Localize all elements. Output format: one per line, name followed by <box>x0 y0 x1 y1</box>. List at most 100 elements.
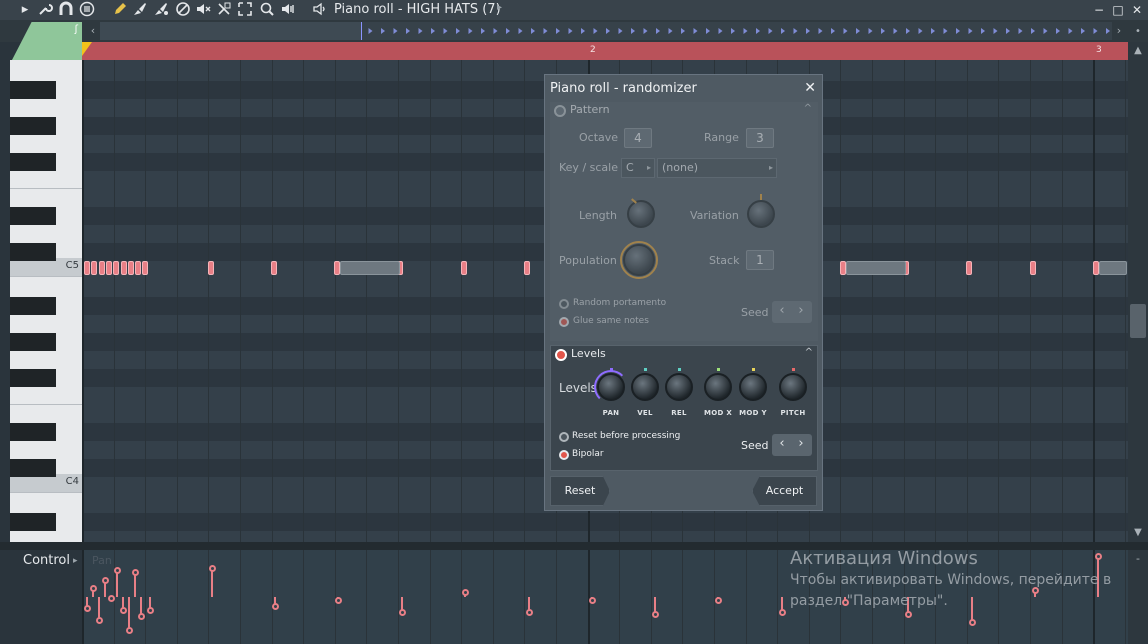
note[interactable] <box>461 261 467 275</box>
seed-prev-icon[interactable]: ‹ <box>773 303 791 318</box>
note[interactable] <box>98 261 105 275</box>
reset-button[interactable]: Reset <box>550 476 610 506</box>
vertical-scroll-thumb[interactable] <box>1130 304 1146 338</box>
note[interactable] <box>105 261 112 275</box>
control-level-point[interactable] <box>1032 587 1039 594</box>
slice-icon[interactable] <box>215 1 233 19</box>
control-level-point[interactable] <box>120 607 127 614</box>
levels-seed-buttons[interactable]: ‹ › <box>772 434 812 456</box>
select-icon[interactable] <box>236 1 254 19</box>
pencil-icon[interactable] <box>111 1 129 19</box>
black-key[interactable] <box>10 423 56 441</box>
black-key[interactable] <box>10 81 56 99</box>
seed-next-icon[interactable]: › <box>792 303 810 318</box>
black-key[interactable] <box>10 459 56 477</box>
level-knob-vel[interactable] <box>631 373 659 401</box>
scroll-right-icon[interactable]: › <box>1112 22 1126 40</box>
black-key[interactable] <box>10 153 56 171</box>
mute-icon[interactable] <box>194 1 212 19</box>
collapse-caret-icon[interactable]: ^ <box>805 347 813 358</box>
control-lane-label[interactable]: Control <box>23 553 70 568</box>
black-key[interactable] <box>10 333 56 351</box>
scroll-down-icon[interactable]: ▼ <box>1128 524 1148 542</box>
control-level-point[interactable] <box>526 609 533 616</box>
control-level-point[interactable] <box>138 613 145 620</box>
seed-prev-icon[interactable]: ‹ <box>773 436 791 451</box>
level-knob-pan[interactable] <box>597 373 625 401</box>
control-level-point[interactable] <box>652 611 659 618</box>
note[interactable] <box>271 261 277 275</box>
scale-select[interactable]: (none) ▸ <box>657 158 777 178</box>
black-key[interactable] <box>10 369 56 387</box>
level-knob-mod-y[interactable] <box>739 373 767 401</box>
minimize-button[interactable]: − <box>1091 1 1107 19</box>
control-level-point[interactable] <box>90 585 97 592</box>
note[interactable] <box>135 261 142 275</box>
note[interactable] <box>1030 261 1036 275</box>
pattern-header[interactable]: Pattern ^ <box>550 102 818 120</box>
control-level-point[interactable] <box>209 565 216 572</box>
maximize-button[interactable]: □ <box>1110 1 1126 19</box>
control-level-point[interactable] <box>779 609 786 616</box>
dialog-close-button[interactable]: ✕ <box>804 80 816 96</box>
note[interactable] <box>91 261 98 275</box>
control-level-point[interactable] <box>126 627 133 634</box>
paint-brush-icon[interactable] <box>131 1 149 19</box>
zoom-icon[interactable] <box>258 1 276 19</box>
black-key[interactable] <box>10 297 56 315</box>
note[interactable] <box>340 261 400 275</box>
black-key[interactable] <box>10 117 56 135</box>
control-level-point[interactable] <box>399 609 406 616</box>
vertical-scrollbar[interactable]: ▲ ▼ <box>1128 42 1148 542</box>
title-arrow-icon[interactable]: ▸ <box>497 2 502 13</box>
control-level-point[interactable] <box>272 603 279 610</box>
piano-keyboard[interactable]: C5 C4 <box>10 60 82 542</box>
length-knob[interactable] <box>627 200 655 228</box>
seed-next-icon[interactable]: › <box>792 436 810 451</box>
note[interactable] <box>846 261 906 275</box>
control-level-point[interactable] <box>715 597 722 604</box>
bipolar-radio[interactable] <box>559 450 569 460</box>
control-level-point[interactable] <box>108 595 115 602</box>
note[interactable] <box>84 261 90 275</box>
playback-icon[interactable] <box>279 1 297 19</box>
level-knob-pitch[interactable] <box>779 373 807 401</box>
scroll-up-icon[interactable]: ▲ <box>1128 42 1148 60</box>
magnet-icon[interactable] <box>57 1 75 19</box>
control-level-point[interactable] <box>147 607 154 614</box>
random-portamento-radio[interactable] <box>559 299 569 309</box>
glue-same-notes-radio[interactable] <box>559 317 569 327</box>
note[interactable] <box>113 261 120 275</box>
octave-stepper[interactable]: 4 <box>624 128 652 148</box>
delete-icon[interactable] <box>174 1 192 19</box>
levels-header[interactable]: Levels ^ <box>551 346 819 364</box>
scroll-left-icon[interactable]: ‹ <box>86 22 100 40</box>
control-level-point[interactable] <box>589 597 596 604</box>
close-button[interactable]: ✕ <box>1129 1 1145 19</box>
note[interactable] <box>208 261 214 275</box>
control-level-point[interactable] <box>969 619 976 626</box>
options-icon[interactable] <box>78 1 96 19</box>
note[interactable] <box>142 261 149 275</box>
pattern-toggle[interactable] <box>554 105 566 117</box>
note[interactable] <box>120 261 127 275</box>
range-stepper[interactable]: 3 <box>746 128 774 148</box>
control-level-point[interactable] <box>114 567 121 574</box>
menu-arrow-icon[interactable]: ▸ <box>16 1 34 19</box>
variation-knob[interactable] <box>747 200 775 228</box>
black-key[interactable] <box>10 513 56 531</box>
control-lane-arrow-icon[interactable]: ▸ <box>73 556 78 566</box>
collapse-caret-icon[interactable]: ^ <box>804 103 812 114</box>
control-level-point[interactable] <box>462 589 469 596</box>
level-knob-mod-x[interactable] <box>704 373 732 401</box>
levels-toggle[interactable] <box>555 349 567 361</box>
control-level-point[interactable] <box>84 605 91 612</box>
control-level-point[interactable] <box>102 577 109 584</box>
key-select[interactable]: C ▸ <box>621 158 655 178</box>
control-level-point[interactable] <box>905 611 912 618</box>
black-key[interactable] <box>10 207 56 225</box>
control-level-point[interactable] <box>1095 553 1102 560</box>
stack-stepper[interactable]: 1 <box>746 250 774 270</box>
brush-icon[interactable] <box>152 1 170 19</box>
note[interactable] <box>524 261 530 275</box>
